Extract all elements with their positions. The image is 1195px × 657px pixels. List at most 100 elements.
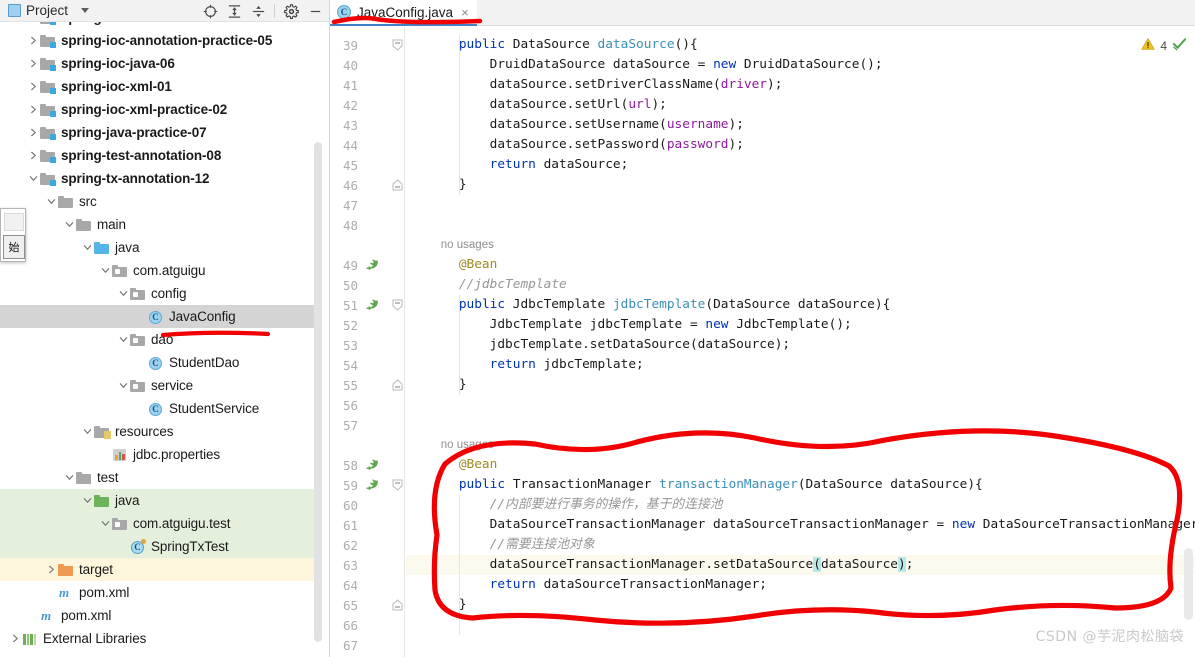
inspection-widget[interactable]: 4 bbox=[1141, 36, 1187, 56]
edge-floating-popup[interactable]: 始 bbox=[0, 208, 26, 262]
gutter-line-63[interactable]: 63 bbox=[330, 555, 406, 575]
tree-item-resources[interactable]: resources bbox=[0, 420, 318, 443]
green-check-icon[interactable] bbox=[1172, 36, 1187, 56]
tree-item-com-atguigu[interactable]: com.atguigu bbox=[0, 259, 318, 282]
chevron-down-icon[interactable] bbox=[80, 494, 94, 508]
code-line-62[interactable]: //需要连接池对象 bbox=[406, 535, 1195, 555]
code-fold-handle-icon[interactable] bbox=[392, 599, 403, 611]
code-line-44[interactable]: dataSource.setPassword(password); bbox=[406, 135, 1195, 155]
expand-all-icon[interactable] bbox=[223, 1, 245, 21]
gutter-line-39[interactable]: 39 bbox=[330, 35, 406, 55]
collapse-all-icon[interactable] bbox=[247, 1, 269, 21]
tree-item-pom-xml[interactable]: m pom.xml bbox=[0, 581, 318, 604]
code-line-48[interactable] bbox=[406, 215, 1195, 235]
code-line-53[interactable]: jdbcTemplate.setDataSource(dataSource); bbox=[406, 335, 1195, 355]
code-line-40[interactable]: DruidDataSource dataSource = new DruidDa… bbox=[406, 55, 1195, 75]
chevron-down-icon[interactable] bbox=[80, 241, 94, 255]
gutter-line-62[interactable]: 62 bbox=[330, 535, 406, 555]
tree-item-spring-ioc-java-06[interactable]: spring-ioc-java-06 bbox=[0, 52, 318, 75]
gutter-line-61[interactable]: 61 bbox=[330, 515, 406, 535]
code-line-57[interactable] bbox=[406, 415, 1195, 435]
code-line-60[interactable]: //内部要进行事务的操作，基于的连接池 bbox=[406, 495, 1195, 515]
gutter-line-49[interactable]: 49 bbox=[330, 255, 406, 275]
minimize-icon[interactable] bbox=[304, 1, 326, 21]
tree-item-spring-java-practice-07[interactable]: spring-java-practice-07 bbox=[0, 121, 318, 144]
tree-item-test[interactable]: test bbox=[0, 466, 318, 489]
code-fold-handle-icon[interactable] bbox=[392, 179, 403, 191]
tree-item-external-libraries[interactable]: External Libraries bbox=[0, 627, 318, 650]
code-line-54[interactable]: return jdbcTemplate; bbox=[406, 355, 1195, 375]
code-line-45[interactable]: return dataSource; bbox=[406, 155, 1195, 175]
code-line-49[interactable]: @Bean bbox=[406, 255, 1195, 275]
gutter-line-44[interactable]: 44 bbox=[330, 135, 406, 155]
code-line-59[interactable]: public TransactionManager transactionMan… bbox=[406, 475, 1195, 495]
tree-item-src[interactable]: src bbox=[0, 190, 318, 213]
code-line-39[interactable]: public DataSource dataSource(){ bbox=[406, 35, 1195, 55]
gutter-line-64[interactable]: 64 bbox=[330, 575, 406, 595]
locate-target-icon[interactable] bbox=[199, 1, 221, 21]
chevron-right-icon[interactable] bbox=[26, 126, 40, 140]
chevron-down-icon[interactable] bbox=[98, 264, 112, 278]
code-line-46[interactable]: } bbox=[406, 175, 1195, 195]
gutter-line-54[interactable]: 54 bbox=[330, 355, 406, 375]
gutter-line-45[interactable]: 45 bbox=[330, 155, 406, 175]
code-line-64[interactable]: return dataSourceTransactionManager; bbox=[406, 575, 1195, 595]
gutter-line-43[interactable]: 43 bbox=[330, 115, 406, 135]
code-line-58[interactable]: @Bean bbox=[406, 455, 1195, 475]
gutter-line-57[interactable]: 57 bbox=[330, 415, 406, 435]
gutter-line-50[interactable]: 50 bbox=[330, 275, 406, 295]
gutter-line-41[interactable]: 41 bbox=[330, 75, 406, 95]
spring-bean-gutter-icon[interactable] bbox=[366, 458, 380, 472]
tree-item-studentdao[interactable]: C StudentDao bbox=[0, 351, 318, 374]
code-line-61[interactable]: DataSourceTransactionManager dataSourceT… bbox=[406, 515, 1195, 535]
chevron-right-icon[interactable] bbox=[26, 57, 40, 71]
tree-item-target[interactable]: target bbox=[0, 558, 318, 581]
spring-bean-gutter-icon[interactable] bbox=[366, 258, 380, 272]
tree-item-javaconfig[interactable]: C JavaConfig bbox=[0, 305, 318, 328]
project-title-group[interactable]: Project bbox=[0, 3, 90, 18]
code-fold-handle-icon[interactable] bbox=[392, 379, 403, 391]
code-line-42[interactable]: dataSource.setUrl(url); bbox=[406, 95, 1195, 115]
editor-tab-javaconfig[interactable]: C JavaConfig.java × bbox=[330, 0, 477, 26]
code-fold-handle-icon[interactable] bbox=[392, 299, 403, 311]
tree-item-java[interactable]: java bbox=[0, 236, 318, 259]
project-tree[interactable]: spring-ioc-annotation-03 spring-ioc-annot… bbox=[0, 22, 318, 657]
code-line-52[interactable]: JdbcTemplate jdbcTemplate = new JdbcTemp… bbox=[406, 315, 1195, 335]
gutter-line-60[interactable]: 60 bbox=[330, 495, 406, 515]
tree-item-config[interactable]: config bbox=[0, 282, 318, 305]
gutter-line-66[interactable]: 66 bbox=[330, 615, 406, 635]
gutter-line-51[interactable]: 51 bbox=[330, 295, 406, 315]
spring-bean-gutter-icon[interactable] bbox=[366, 478, 380, 492]
chevron-right-icon[interactable] bbox=[26, 80, 40, 94]
tree-item-spring-ioc-xml-practice-02[interactable]: spring-ioc-xml-practice-02 bbox=[0, 98, 318, 121]
chevron-down-icon[interactable] bbox=[44, 195, 58, 209]
tree-item-java[interactable]: java bbox=[0, 489, 318, 512]
gutter-line-48[interactable]: 48 bbox=[330, 215, 406, 235]
code-line-43[interactable]: dataSource.setUsername(username); bbox=[406, 115, 1195, 135]
sidebar-scrollbar-thumb[interactable] bbox=[314, 142, 322, 642]
tree-item-spring-tx-annotation-12[interactable]: spring-tx-annotation-12 bbox=[0, 167, 318, 190]
chevron-down-icon[interactable] bbox=[62, 471, 76, 485]
gutter-line-58[interactable]: 58 bbox=[330, 455, 406, 475]
chevron-down-icon[interactable] bbox=[116, 287, 130, 301]
chevron-right-icon[interactable] bbox=[26, 103, 40, 117]
chevron-right-icon[interactable] bbox=[26, 34, 40, 48]
gutter-inlay-row[interactable] bbox=[330, 435, 406, 455]
tree-item-pom-xml[interactable]: m pom.xml bbox=[0, 604, 318, 627]
chevron-right-icon[interactable] bbox=[26, 22, 40, 25]
chevron-down-icon[interactable] bbox=[62, 218, 76, 232]
chevron-down-icon[interactable] bbox=[81, 8, 90, 13]
tree-item-spring-ioc-annotation-03[interactable]: spring-ioc-annotation-03 bbox=[0, 22, 318, 29]
gutter-line-65[interactable]: 65 bbox=[330, 595, 406, 615]
editor-gutter[interactable]: 39 40 41 42 43 44 45 46 47 48 49 50 51 52 53 54 55 56 57 58… bbox=[330, 27, 406, 657]
code-line-63[interactable]: dataSourceTransactionManager.setDataSour… bbox=[406, 555, 1195, 575]
code-line-56[interactable] bbox=[406, 395, 1195, 415]
tree-item-springtxtest[interactable]: C SpringTxTest bbox=[0, 535, 318, 558]
gutter-line-53[interactable]: 53 bbox=[330, 335, 406, 355]
gutter-inlay-row[interactable] bbox=[330, 235, 406, 255]
code-line-51[interactable]: public JdbcTemplate jdbcTemplate(DataSou… bbox=[406, 295, 1195, 315]
spring-bean-gutter-icon[interactable] bbox=[366, 298, 380, 312]
editor-scrollbar-thumb[interactable] bbox=[1184, 548, 1193, 620]
chevron-right-icon[interactable] bbox=[8, 632, 22, 646]
gutter-line-42[interactable]: 42 bbox=[330, 95, 406, 115]
